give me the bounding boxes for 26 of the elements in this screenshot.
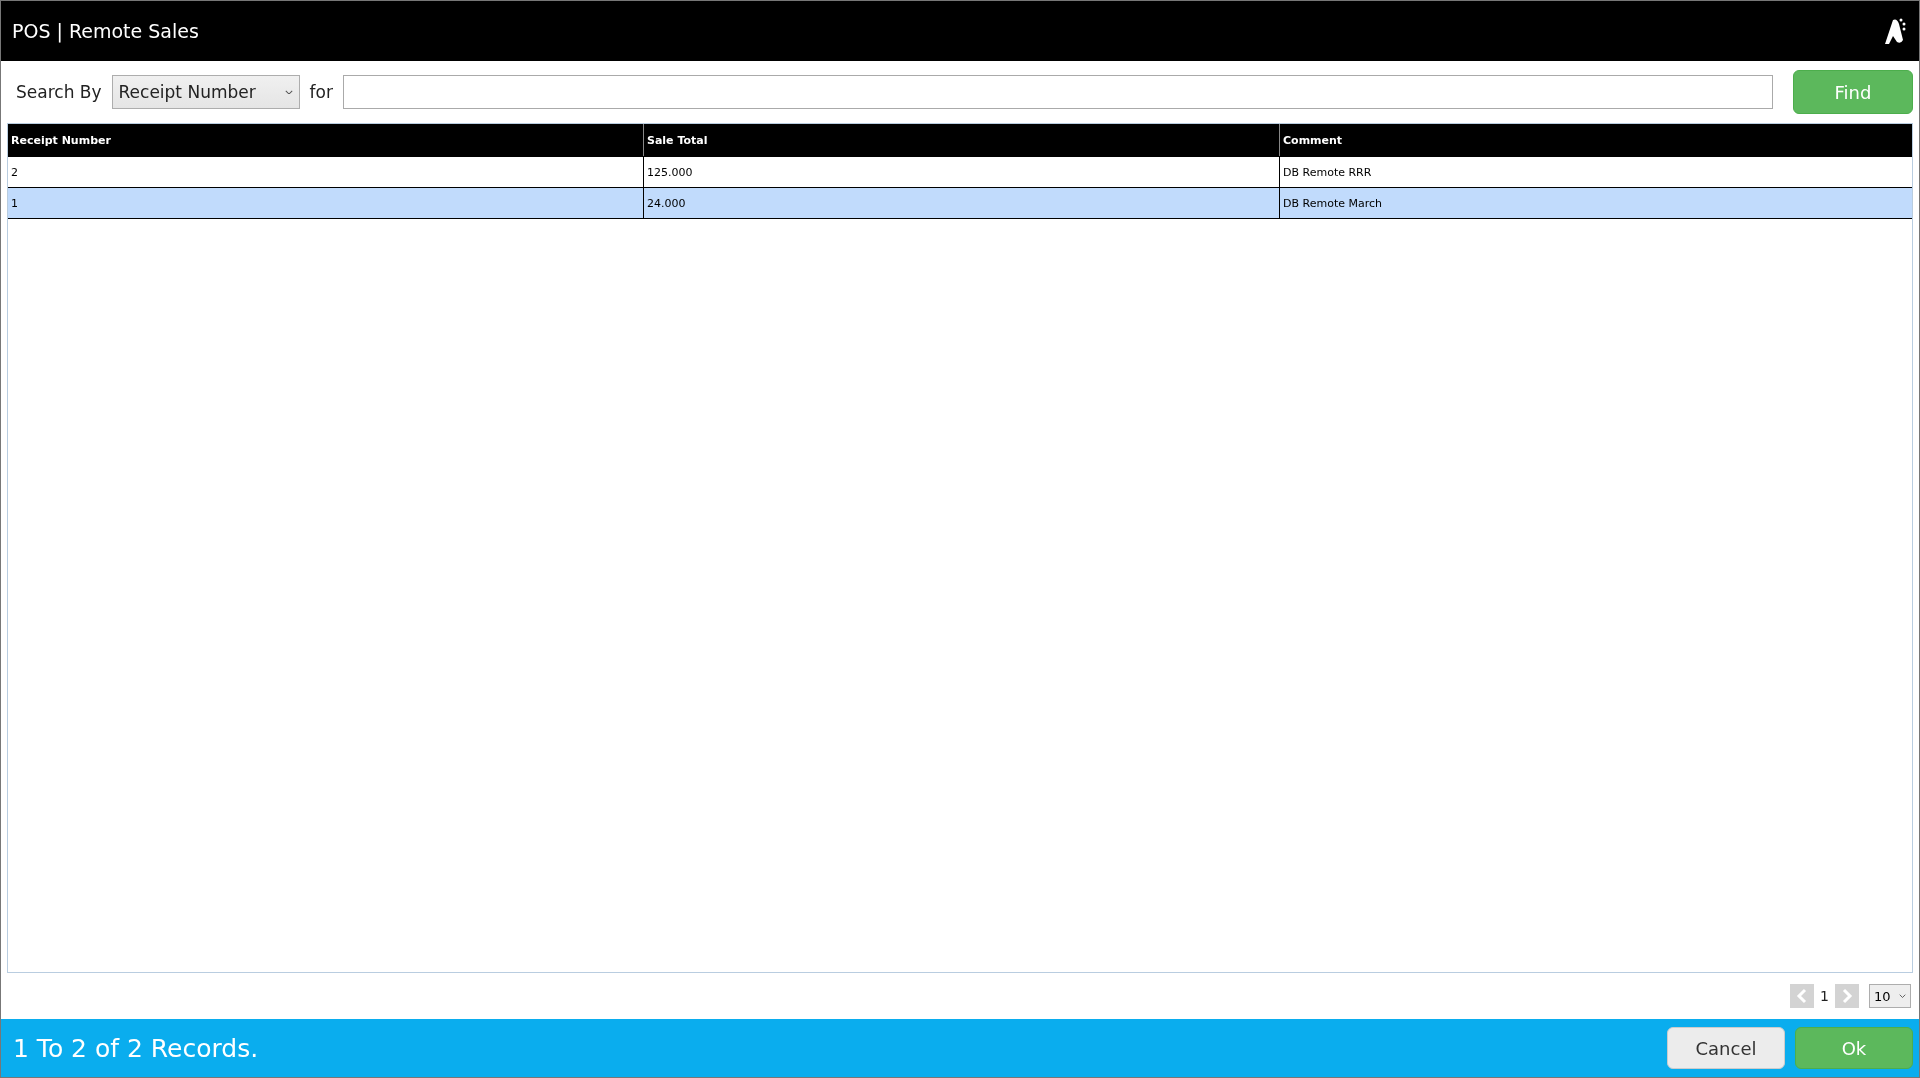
table-cell: 1 <box>8 188 644 218</box>
column-header[interactable]: Sale Total <box>644 124 1280 156</box>
table-cell-text: DB Remote March <box>1282 195 1383 212</box>
column-header[interactable]: Comment <box>1280 124 1912 156</box>
table-cell: 24.000 <box>644 188 1280 218</box>
table-cell: 125.000 <box>644 157 1280 187</box>
column-header[interactable]: Receipt Number <box>8 124 644 156</box>
records-count: 1 To 2 of 2 Records. <box>13 1033 259 1063</box>
previous-page-button[interactable] <box>1790 984 1815 1008</box>
chevron-right-icon <box>1841 988 1853 1004</box>
search-by-label: Search By <box>16 82 102 102</box>
page-number: 1 <box>1820 988 1829 1004</box>
caret-icon <box>284 89 293 95</box>
page-size-dropdown[interactable]: 10 <box>1869 984 1911 1008</box>
next-page-button[interactable] <box>1835 984 1859 1008</box>
table-cell-text: DB Remote RRR <box>1282 164 1373 181</box>
table-row[interactable]: 2 125.000 DB Remote RRR <box>8 157 1912 188</box>
for-label: for <box>309 82 333 102</box>
window-title: POS | Remote Sales <box>12 20 199 42</box>
chevron-left-icon <box>1796 988 1809 1004</box>
table-row[interactable]: 1 24.000 DB Remote March <box>8 188 1912 219</box>
table-cell: 2 <box>8 157 644 187</box>
cancel-button[interactable]: Cancel <box>1667 1027 1785 1069</box>
search-input[interactable] <box>342 75 1773 109</box>
search-field-dropdown[interactable]: Receipt Number <box>111 75 300 109</box>
caret-icon <box>1899 993 1906 999</box>
